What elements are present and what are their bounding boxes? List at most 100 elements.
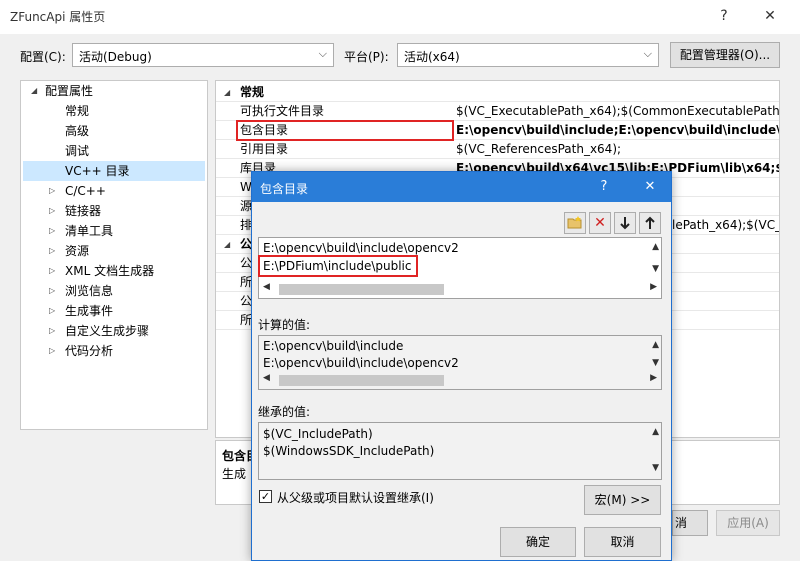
config-select[interactable]: 活动(Debug) ⌵ (72, 43, 334, 67)
tree-item-manifest[interactable]: ▷ 清单工具 (49, 221, 113, 241)
list-item: $(VC_IncludePath) (263, 427, 373, 441)
platform-label: 平台(P): (344, 50, 389, 64)
grid-row-name: 引用目录 (240, 142, 289, 156)
list-item: E:\opencv\build\include\opencv2 (263, 356, 459, 370)
collapsed-triangle-icon[interactable]: ▷ (49, 181, 55, 201)
macros-button[interactable]: 宏(M) >> (584, 485, 661, 515)
help-icon[interactable]: ? (590, 177, 618, 197)
grid-row-value: $(VC_ReferencesPath_x64); (456, 142, 622, 156)
list-item: $(WindowsSDK_IncludePath) (263, 444, 435, 458)
ok-button[interactable]: 确定 (500, 527, 576, 557)
collapsed-triangle-icon[interactable]: ▷ (49, 241, 55, 261)
apply-button[interactable]: 应用(A) (716, 510, 780, 536)
tree-item-label: 清单工具 (65, 224, 114, 238)
tree-item-general[interactable]: 常规 (65, 101, 89, 121)
platform-select[interactable]: 活动(x64) ⌵ (397, 43, 659, 67)
dialog-cancel-button[interactable]: 取消 (584, 527, 661, 557)
collapsed-triangle-icon[interactable]: ▷ (49, 341, 55, 361)
expanded-triangle-icon[interactable]: ◢ (31, 81, 37, 101)
tree-item-label: 浏览信息 (65, 284, 114, 298)
close-icon[interactable]: ✕ (756, 4, 784, 28)
include-directories-dialog: 包含目录 ? ✕ ✕ E:\opencv\build\include\openc… (251, 171, 672, 561)
inherited-listbox: $(VC_IncludePath) $(WindowsSDK_IncludePa… (258, 422, 662, 480)
highlight-box (236, 120, 454, 141)
grid-row-value: $(VC_ExecutablePath_x64);$(CommonExecuta… (456, 104, 780, 118)
tree-item-debugging[interactable]: 调试 (65, 141, 89, 161)
computed-listbox: E:\opencv\build\include E:\opencv\build\… (258, 335, 662, 390)
property-tree: ◢ 配置属性 常规 高级 调试 VC++ 目录 ▷ C/C++ ▷ 链接器 ▷ 清单工… (20, 80, 208, 430)
tree-item-label: 代码分析 (65, 344, 114, 358)
grid-row-reference[interactable]: 引用目录 $(VC_ReferencesPath_x64); (216, 140, 779, 159)
scroll-down-icon[interactable]: ▼ (652, 463, 659, 473)
tree-item-cpp[interactable]: ▷ C/C++ (49, 181, 106, 201)
delete-icon[interactable]: ✕ (589, 212, 611, 234)
collapsed-triangle-icon[interactable]: ▷ (49, 321, 55, 341)
dialog-titlebar: 包含目录 ? ✕ (252, 172, 671, 202)
collapsed-triangle-icon[interactable]: ▷ (49, 281, 55, 301)
list-item[interactable]: E:\opencv\build\include\opencv2 (263, 241, 459, 255)
list-item: E:\opencv\build\include (263, 339, 404, 353)
tree-item-label: XML 文档生成器 (65, 264, 155, 278)
window-titlebar: ZFuncApi 属性页 ? ✕ (0, 0, 800, 34)
tree-item-label: 链接器 (65, 204, 102, 218)
grid-row-name: 可执行文件目录 (240, 104, 325, 118)
tree-item-root[interactable]: ◢ 配置属性 (25, 81, 93, 101)
scroll-right-icon[interactable]: ▶ (650, 373, 657, 383)
scroll-up-icon[interactable]: ▲ (652, 340, 659, 350)
dialog-title: 包含目录 (260, 182, 309, 196)
chevron-down-icon: ⌵ (643, 47, 652, 60)
tree-item-label: C/C++ (65, 184, 106, 198)
grid-row-executable[interactable]: 可执行文件目录 $(VC_ExecutablePath_x64);$(Commo… (216, 102, 780, 121)
collapsed-triangle-icon[interactable]: ▷ (49, 301, 55, 321)
horizontal-scrollbar[interactable]: ◀ ▶ (261, 372, 657, 388)
expanded-triangle-icon[interactable]: ◢ (224, 83, 230, 101)
collapsed-triangle-icon[interactable]: ▷ (49, 221, 55, 241)
scrollbar-thumb[interactable] (279, 375, 444, 386)
grid-row-value: lePath_x64);$(VC_I (672, 218, 780, 232)
cancel-button[interactable]: 消 (672, 510, 708, 536)
tree-item-label: 生成事件 (65, 304, 114, 318)
chevron-down-icon: ⌵ (318, 47, 327, 60)
inherit-checkbox-label[interactable]: 从父级或项目默认设置继承(I) (277, 489, 434, 506)
close-icon[interactable]: ✕ (636, 177, 664, 197)
move-up-icon[interactable] (639, 212, 661, 234)
tree-item-build-events[interactable]: ▷ 生成事件 (49, 301, 113, 321)
tree-item-label: 资源 (65, 244, 90, 258)
inherited-label: 继承的值: (258, 405, 311, 419)
help-icon[interactable]: ? (710, 4, 738, 28)
collapsed-triangle-icon[interactable]: ▷ (49, 201, 55, 221)
tree-item-xml-doc[interactable]: ▷ XML 文档生成器 (49, 261, 154, 281)
scroll-right-icon[interactable]: ▶ (650, 282, 657, 292)
horizontal-scrollbar[interactable]: ◀ ▶ (261, 281, 657, 297)
collapsed-triangle-icon[interactable]: ▷ (49, 261, 55, 281)
config-label: 配置(C): (20, 50, 66, 64)
new-folder-icon[interactable] (564, 212, 586, 234)
config-select-value: 活动(Debug) (79, 50, 152, 64)
tree-item-vc-directories[interactable]: VC++ 目录 (23, 161, 205, 181)
grid-row-value: E:\opencv\build\include;E:\opencv\build\… (456, 123, 780, 137)
tree-item-browse-info[interactable]: ▷ 浏览信息 (49, 281, 113, 301)
scroll-up-icon[interactable]: ▲ (652, 242, 659, 252)
tree-item-linker[interactable]: ▷ 链接器 (49, 201, 101, 221)
section-label: 常规 (240, 85, 265, 99)
grid-section-general[interactable]: ◢ 常规 (216, 83, 779, 102)
tree-item-resources[interactable]: ▷ 资源 (49, 241, 89, 261)
tree-item-custom-build[interactable]: ▷ 自定义生成步骤 (49, 321, 149, 341)
expanded-triangle-icon[interactable]: ◢ (224, 235, 230, 253)
scroll-up-icon[interactable]: ▲ (652, 427, 659, 437)
scroll-down-icon[interactable]: ▼ (652, 264, 659, 274)
config-manager-button[interactable]: 配置管理器(O)... (670, 42, 780, 68)
tree-item-advanced[interactable]: 高级 (65, 121, 89, 141)
computed-label: 计算的值: (258, 318, 311, 332)
scroll-left-icon[interactable]: ◀ (263, 282, 270, 292)
highlight-box (258, 255, 418, 277)
scroll-down-icon[interactable]: ▼ (652, 358, 659, 368)
description-text: 生成 (222, 467, 247, 481)
scroll-left-icon[interactable]: ◀ (263, 373, 270, 383)
window-title: ZFuncApi 属性页 (10, 10, 106, 24)
inherit-checkbox[interactable]: ✓ (259, 490, 272, 503)
scrollbar-thumb[interactable] (279, 284, 444, 295)
tree-root-label: 配置属性 (45, 84, 94, 98)
tree-item-code-analysis[interactable]: ▷ 代码分析 (49, 341, 113, 361)
move-down-icon[interactable] (614, 212, 636, 234)
